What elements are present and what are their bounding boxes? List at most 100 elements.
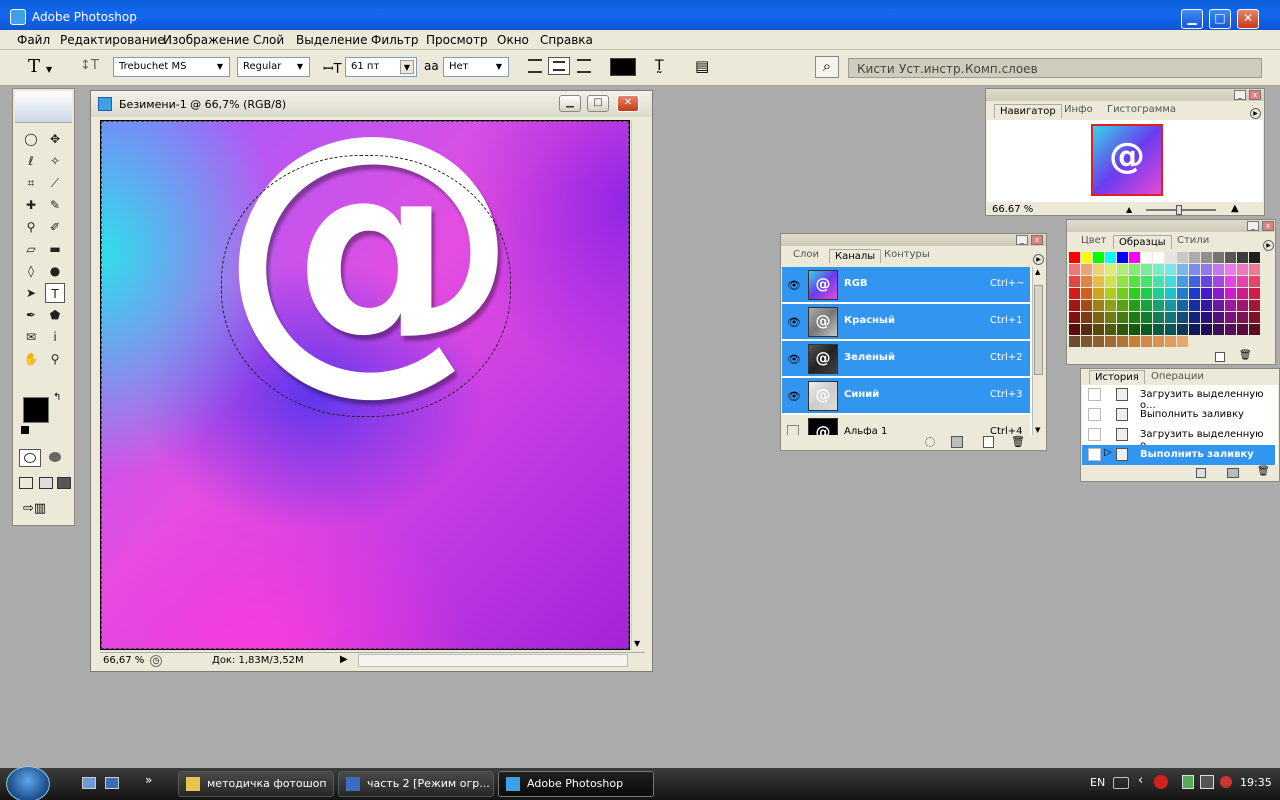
swatch-cell[interactable] <box>1225 336 1236 347</box>
tab-swatches[interactable]: Образцы <box>1113 235 1172 249</box>
swatch-cell[interactable] <box>1105 324 1116 335</box>
swatch-cell[interactable] <box>1201 312 1212 323</box>
history-row[interactable]: Загрузить выделенную о... <box>1082 425 1275 451</box>
history-state-slider-icon[interactable]: ▷ <box>1104 447 1112 458</box>
trash-icon[interactable]: 🗑 <box>1011 435 1025 448</box>
new-swatch-icon[interactable] <box>1215 352 1225 362</box>
swatch-cell[interactable] <box>1141 276 1152 287</box>
swatch-cell[interactable] <box>1093 288 1104 299</box>
swatch-cell[interactable] <box>1213 252 1224 263</box>
swatch-cell[interactable] <box>1105 264 1116 275</box>
swatch-cell[interactable] <box>1177 288 1188 299</box>
swatch-cell[interactable] <box>1189 252 1200 263</box>
type-tool-icon[interactable]: T <box>45 283 65 303</box>
well-tab-tool-presets[interactable]: Уст.инстр. <box>899 62 964 76</box>
eyedropper-tool-icon[interactable]: ⅰ <box>45 327 65 347</box>
eye-icon[interactable]: 👁 <box>787 390 801 403</box>
swatch-cell[interactable] <box>1153 336 1164 347</box>
tab-paths[interactable]: Контуры <box>884 249 930 260</box>
swatch-cell[interactable] <box>1177 300 1188 311</box>
swatch-cell[interactable] <box>1117 276 1128 287</box>
eye-icon[interactable]: 👁 <box>787 279 801 292</box>
swatch-cell[interactable] <box>1249 312 1260 323</box>
swatch-cell[interactable] <box>1225 264 1236 275</box>
dodge-tool-icon[interactable]: ● <box>45 261 65 281</box>
keyboard-icon[interactable] <box>1113 777 1129 789</box>
move-tool-icon[interactable]: ✥ <box>45 129 65 149</box>
pen-tool-icon[interactable]: ✒ <box>21 305 41 325</box>
zoom-level[interactable]: 66,67 % <box>103 655 144 666</box>
magic-wand-tool-icon[interactable]: ✧ <box>45 151 65 171</box>
swatch-cell[interactable] <box>1129 264 1140 275</box>
swatch-cell[interactable] <box>1081 252 1092 263</box>
swatch-cell[interactable] <box>1081 324 1092 335</box>
swap-colors-icon[interactable]: ↰ <box>53 392 61 403</box>
swatch-cell[interactable] <box>1153 264 1164 275</box>
swatch-cell[interactable] <box>1069 276 1080 287</box>
swatch-cell[interactable] <box>1153 252 1164 263</box>
swatch-cell[interactable] <box>1081 312 1092 323</box>
swatch-cell[interactable] <box>1081 288 1092 299</box>
swatch-cell[interactable] <box>1177 336 1188 347</box>
swatch-cell[interactable] <box>1081 264 1092 275</box>
show-desktop-icon[interactable] <box>105 777 119 789</box>
swatch-cell[interactable] <box>1237 288 1248 299</box>
taskbar-item-photoshop[interactable]: Adobe Photoshop <box>498 771 654 797</box>
minimize-button[interactable]: ▁ <box>1181 9 1203 29</box>
menu-view[interactable]: Просмотр <box>426 33 488 47</box>
menu-edit[interactable]: Редактирование <box>60 33 165 47</box>
blur-tool-icon[interactable]: ◊ <box>21 261 41 281</box>
history-row[interactable]: Загрузить выделенную о... <box>1082 385 1275 411</box>
swatch-cell[interactable] <box>1081 336 1092 347</box>
menu-file[interactable]: Файл <box>17 33 50 47</box>
opera-icon[interactable] <box>1154 775 1168 789</box>
swatch-cell[interactable] <box>1213 264 1224 275</box>
healing-tool-icon[interactable]: ✚ <box>21 195 41 215</box>
swatch-cell[interactable] <box>1129 252 1140 263</box>
chevron-left-icon[interactable]: ‹ <box>1138 773 1143 788</box>
swatch-cell[interactable] <box>1117 336 1128 347</box>
zoom-in-icon[interactable]: ▲ <box>1231 203 1239 214</box>
tab-navigator[interactable]: Навигатор <box>994 104 1062 118</box>
document-maximize-button[interactable]: □ <box>587 95 609 112</box>
document-minimize-button[interactable]: ▁ <box>559 95 581 112</box>
swatch-cell[interactable] <box>1213 312 1224 323</box>
swatch-cell[interactable] <box>1093 252 1104 263</box>
swatch-cell[interactable] <box>1201 336 1212 347</box>
standard-screen-mode-icon[interactable] <box>19 477 33 489</box>
align-right-icon[interactable] <box>577 59 591 73</box>
clock[interactable]: 19:35 <box>1240 776 1272 789</box>
new-snapshot-icon[interactable] <box>1227 468 1239 478</box>
eraser-tool-icon[interactable]: ▱ <box>21 239 41 259</box>
swatch-cell[interactable] <box>1069 300 1080 311</box>
align-center-icon[interactable] <box>548 57 570 75</box>
well-tab-layer-comps[interactable]: Комп.слоев <box>965 62 1038 76</box>
swatch-cell[interactable] <box>1249 288 1260 299</box>
swatch-cell[interactable] <box>1153 312 1164 323</box>
swatch-cell[interactable] <box>1201 324 1212 335</box>
panel-minimize-button[interactable]: _ <box>1247 221 1259 231</box>
close-button[interactable]: ✕ <box>1237 9 1259 29</box>
hand-tool-icon[interactable]: ✋ <box>21 349 41 369</box>
history-row[interactable]: Выполнить заливку <box>1082 405 1275 425</box>
start-button[interactable] <box>6 766 50 800</box>
font-style-select[interactable]: Regular ▼ <box>237 57 310 77</box>
swatch-cell[interactable] <box>1177 276 1188 287</box>
swatch-cell[interactable] <box>1141 300 1152 311</box>
swatch-cell[interactable] <box>1153 276 1164 287</box>
swatch-cell[interactable] <box>1165 324 1176 335</box>
swatch-cell[interactable] <box>1141 264 1152 275</box>
tab-layers[interactable]: Слои <box>793 249 819 260</box>
slice-tool-icon[interactable]: ⟋ <box>45 173 65 193</box>
default-colors-icon[interactable] <box>21 426 29 434</box>
eye-icon[interactable]: 👁 <box>787 353 801 366</box>
swatch-cell[interactable] <box>1237 312 1248 323</box>
history-row-current[interactable]: ▷ Выполнить заливку <box>1082 445 1275 465</box>
navigator-zoom[interactable]: 66.67 % <box>992 204 1033 215</box>
swatch-cell[interactable] <box>1189 276 1200 287</box>
menu-help[interactable]: Справка <box>540 33 593 47</box>
swatch-cell[interactable] <box>1105 300 1116 311</box>
save-selection-icon[interactable] <box>951 436 963 448</box>
swatch-cell[interactable] <box>1237 336 1248 347</box>
swatch-cell[interactable] <box>1237 264 1248 275</box>
